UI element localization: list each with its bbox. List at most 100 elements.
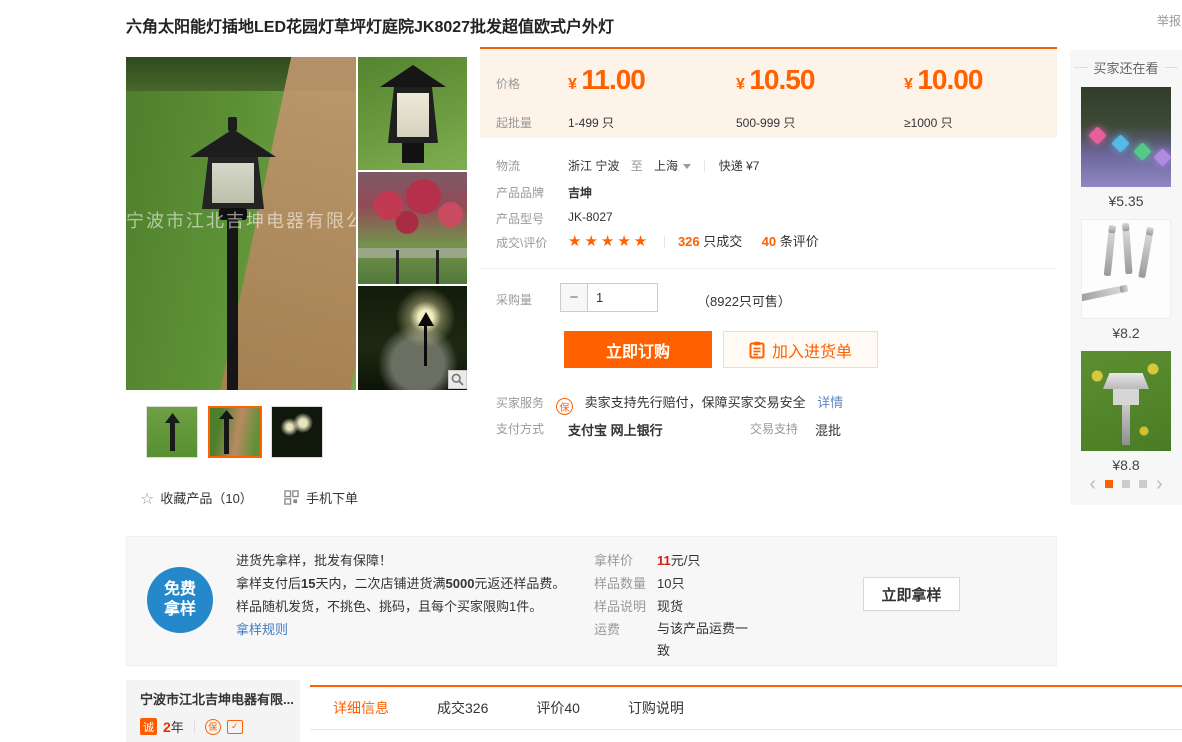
thumb-lamp-pole: [170, 421, 175, 451]
text: 元返还样品费。: [474, 576, 565, 591]
sample-qty-value: 10只: [657, 572, 767, 595]
guarantee-badge-icon: 保: [556, 398, 573, 415]
logistics-row: 浙江 宁波 至 上海 快递 ¥7: [568, 157, 759, 174]
mobile-order-button[interactable]: 手机下单: [284, 488, 358, 507]
recommend-item-2[interactable]: ¥8.2: [1070, 219, 1182, 341]
logistics-label: 物流: [496, 157, 520, 174]
report-link[interactable]: 举报: [1157, 12, 1181, 29]
recommend-price: ¥8.2: [1070, 325, 1182, 341]
seller-badges: 诚 2年 保 ✓: [140, 717, 300, 736]
rating-label: 成交\评价: [496, 234, 547, 251]
text: 天内，二次店铺进货满: [315, 576, 445, 591]
sample-line2: 拿样支付后15天内，二次店铺进货满5000元返还样品费。: [236, 572, 565, 595]
add-to-cart-button[interactable]: 加入进货单: [723, 331, 878, 368]
quantity-label: 采购量: [496, 291, 532, 308]
detail-tabs: 详细信息 成交326 评价40 订购说明: [310, 685, 1182, 730]
pager-dot-3[interactable]: [1139, 480, 1147, 488]
pager-next-icon[interactable]: ›: [1156, 476, 1163, 492]
tab-detail-info[interactable]: 详细信息: [333, 698, 389, 718]
side-image-flowers[interactable]: [358, 172, 467, 284]
favorite-button[interactable]: ☆收藏产品（10）: [140, 488, 253, 509]
night-lamp-pole: [424, 326, 427, 366]
stake-light: [396, 250, 399, 284]
price-label: 价格: [496, 75, 520, 92]
divider: [480, 268, 1057, 269]
diamond-light: [1088, 126, 1106, 144]
tier3-price: ¥ 10.00: [904, 64, 982, 96]
free-sample-section: 免费 拿样 进货先拿样，批发有保障！ 拿样支付后15天内，二次店铺进货满5000…: [126, 536, 1057, 666]
recommend-item-3[interactable]: ¥8.8: [1070, 351, 1182, 473]
trade-support-value: 混批: [815, 420, 841, 439]
lamp-stem: [1122, 405, 1130, 445]
diamond-light: [1111, 134, 1129, 152]
currency: ¥: [736, 76, 745, 93]
quantity-input[interactable]: [587, 283, 658, 312]
destination-select[interactable]: 上海: [654, 159, 691, 173]
quantity-minus-button[interactable]: −: [560, 283, 588, 312]
sample-rules-link[interactable]: 拿样规则: [236, 618, 565, 641]
stone-edge: [358, 248, 467, 258]
pager-dot-1[interactable]: [1105, 480, 1113, 488]
chevron-down-icon: [683, 164, 691, 169]
model-label: 产品型号: [496, 210, 544, 227]
recommend-price: ¥8.8: [1070, 457, 1182, 473]
price-value: 10.50: [749, 64, 814, 95]
get-sample-button[interactable]: 立即拿样: [863, 577, 960, 611]
badge-line1: 免费: [164, 580, 196, 600]
trade-support-label: 交易支持: [750, 420, 798, 437]
lamp-cap: [1103, 373, 1149, 389]
brand-label: 产品品牌: [496, 184, 544, 201]
divider: [194, 720, 195, 733]
deals-count: 326: [678, 234, 700, 249]
lamp-base: [402, 143, 424, 163]
tier2-qty: 500-999 只: [736, 114, 795, 131]
sample-ship-label: 运费: [594, 618, 649, 662]
magnifier-icon[interactable]: [448, 370, 467, 389]
sample-line1: 进货先拿样，批发有保障！: [236, 549, 565, 572]
main-product-image[interactable]: 宁波市江北吉坤电器有限公司: [126, 57, 356, 390]
buyer-service-row: 保 卖家支持先行赔付，保障买家交易安全 详情: [556, 392, 843, 415]
sample-desc-label: 样品说明: [594, 595, 649, 618]
service-detail-link[interactable]: 详情: [817, 395, 843, 410]
tier1-price: ¥ 11.00: [568, 64, 645, 96]
price-value: 10.00: [917, 64, 982, 95]
rating-row: ★★★★★ 326 只成交 40 条评价: [568, 231, 819, 250]
deals-suffix: 只成交: [703, 234, 742, 249]
sample-price-label: 拿样价: [594, 549, 649, 572]
reviews-count[interactable]: 40: [762, 234, 776, 249]
thumbnail-2-selected[interactable]: [208, 406, 262, 458]
text: 拿样支付后: [236, 576, 301, 591]
lamp-glass: [397, 93, 429, 137]
pager-dot-2[interactable]: [1122, 480, 1130, 488]
tab-reviews[interactable]: 评价40: [536, 698, 580, 718]
stake-light: [1081, 286, 1122, 302]
order-now-button[interactable]: 立即订购: [564, 331, 712, 368]
integrity-badge-icon: 诚: [140, 718, 157, 735]
lamp-roof: [190, 129, 276, 157]
destination-value: 上海: [654, 159, 678, 173]
stake-light: [1138, 234, 1153, 279]
buyer-service-text: 卖家支持先行赔付，保障买家交易安全: [585, 395, 806, 410]
mobile-order-label: 手机下单: [306, 491, 358, 506]
lamp-finial: [228, 117, 237, 131]
page-title: 六角太阳能灯插地LED花园灯草坪灯庭院JK8027批发超值欧式户外灯: [126, 13, 614, 37]
currency: ¥: [568, 76, 577, 93]
seller-name[interactable]: 宁波市江北吉坤电器有限...: [140, 689, 300, 708]
thumbnail-1[interactable]: [146, 406, 198, 458]
tier2-price: ¥ 10.50: [736, 64, 814, 96]
lamp-mid: [1113, 389, 1139, 405]
recommend-price: ¥5.35: [1070, 193, 1182, 209]
badge-line2: 拿样: [164, 600, 196, 620]
express-fee: 快递 ¥7: [719, 159, 760, 173]
recommend-item-1[interactable]: ¥5.35: [1070, 87, 1182, 209]
recommend-title: 买家还在看: [1070, 50, 1182, 77]
tab-order-notes[interactable]: 订购说明: [628, 698, 684, 718]
tab-deals[interactable]: 成交326: [437, 698, 488, 718]
currency: ¥: [904, 76, 913, 93]
free-sample-badge: 免费 拿样: [147, 567, 213, 633]
recommend-sidebar: 买家还在看 ¥5.35 ¥8.2: [1070, 50, 1182, 505]
thumbnail-3[interactable]: [271, 406, 323, 458]
pager-prev-icon[interactable]: ‹: [1089, 476, 1096, 492]
stock-available: （8922只可售）: [697, 291, 791, 310]
side-image-closeup[interactable]: [358, 57, 467, 170]
